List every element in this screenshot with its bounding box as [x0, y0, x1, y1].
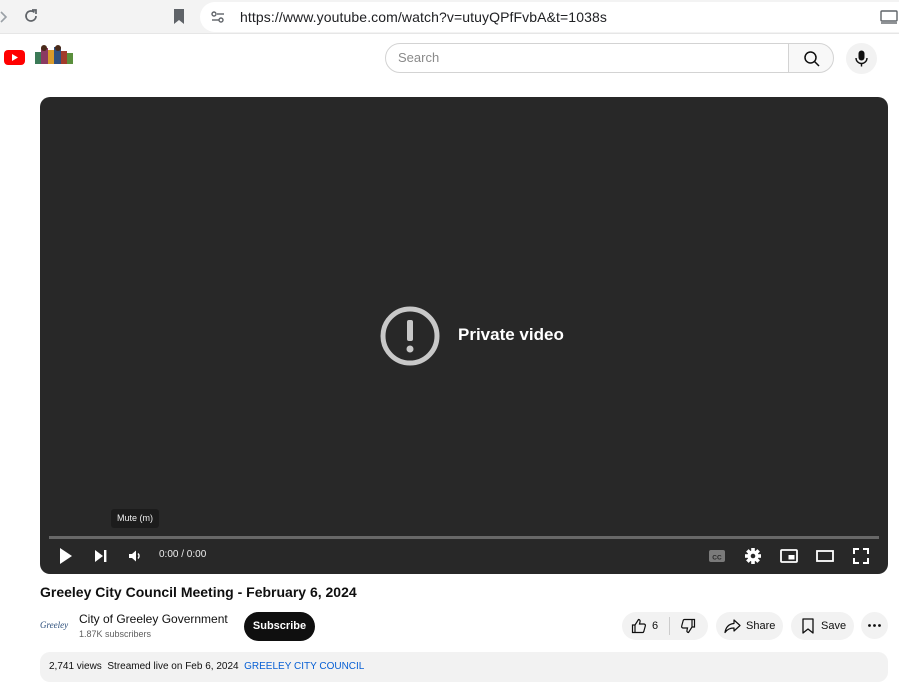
description-box[interactable]: 2,741 views Streamed live on Feb 6, 2024… [40, 652, 888, 682]
hashtag-link[interactable]: GREELEY CITY COUNCIL [244, 661, 364, 672]
svg-text:CC: CC [712, 555, 722, 562]
thumbs-up-icon [631, 618, 646, 634]
save-button[interactable]: Save [791, 612, 854, 640]
search-box[interactable] [385, 43, 789, 73]
like-dislike-group: 6 [622, 612, 708, 640]
subscribe-button[interactable]: Subscribe [244, 612, 315, 641]
mute-tooltip: Mute (m) [111, 509, 159, 528]
view-count: 2,741 views [49, 661, 102, 672]
volume-icon[interactable] [127, 546, 143, 566]
share-button[interactable]: Share [716, 612, 783, 640]
alert-circle-icon [379, 305, 441, 367]
private-video-message: Private video [458, 325, 564, 344]
search-button[interactable] [788, 43, 834, 73]
voice-search-button[interactable] [846, 43, 877, 74]
thumbs-down-icon [681, 618, 696, 634]
progress-bar[interactable] [49, 536, 879, 539]
reload-icon[interactable] [22, 7, 40, 25]
more-actions-button[interactable] [861, 612, 888, 639]
like-button[interactable]: 6 [622, 612, 669, 640]
description-meta: 2,741 views Streamed live on Feb 6, 2024… [49, 661, 364, 672]
time-display: 0:00 / 0:00 [159, 549, 207, 560]
video-player[interactable]: Private video Mute (m) 0:00 / 0:00 CC [40, 97, 888, 574]
channel-name[interactable]: City of Greeley Government [79, 612, 228, 626]
microphone-icon [855, 50, 868, 67]
miniplayer-icon[interactable] [780, 546, 798, 566]
more-horizontal-icon [868, 624, 881, 627]
channel-avatar[interactable]: Greeley [40, 612, 70, 642]
next-icon[interactable] [93, 546, 109, 566]
share-icon [724, 619, 741, 634]
browser-toolbar: https://www.youtube.com/watch?v=utuyQPfF… [0, 0, 899, 34]
subscriber-count: 1.87K subscribers [79, 629, 152, 639]
settings-gear-icon[interactable] [744, 546, 762, 566]
play-icon[interactable] [58, 546, 74, 566]
search-icon [804, 51, 820, 67]
cast-icon[interactable] [880, 10, 898, 24]
subtitles-icon[interactable]: CC [708, 546, 726, 566]
url-text[interactable]: https://www.youtube.com/watch?v=utuyQPfF… [240, 9, 607, 25]
bookmark-icon[interactable] [172, 8, 186, 25]
like-count: 6 [652, 620, 659, 632]
search-input[interactable] [398, 50, 778, 65]
fullscreen-icon[interactable] [852, 546, 870, 566]
youtube-logo-icon[interactable] [4, 50, 25, 65]
address-bar[interactable]: https://www.youtube.com/watch?v=utuyQPfF… [200, 2, 899, 32]
youtube-doodle-logo[interactable] [33, 44, 75, 68]
dislike-button[interactable] [670, 612, 708, 640]
save-bookmark-icon [802, 618, 814, 634]
channel-avatar-text: Greeley [40, 620, 69, 630]
theater-mode-icon[interactable] [816, 546, 834, 566]
save-label: Save [821, 620, 847, 632]
stream-date: Streamed live on Feb 6, 2024 [107, 661, 239, 672]
share-label: Share [746, 620, 776, 632]
video-title: Greeley City Council Meeting - February … [40, 584, 357, 600]
site-settings-icon[interactable] [210, 9, 226, 25]
forward-icon[interactable] [0, 9, 10, 25]
